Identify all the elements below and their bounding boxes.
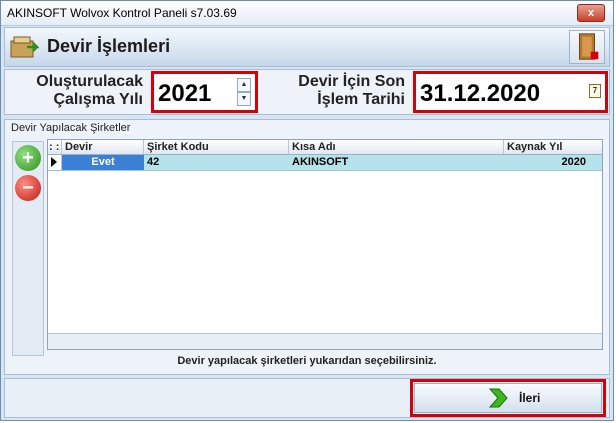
companies-group: Devir Yapılacak Şirketler + − : : Devir …	[4, 119, 610, 375]
page-title: Devir İşlemleri	[47, 36, 171, 56]
date-label: Devir İçin Son İşlem Tarihi	[255, 73, 405, 109]
date-label-line1: Devir İçin Son	[298, 73, 405, 90]
exit-button[interactable]	[569, 30, 605, 64]
add-row-button[interactable]: +	[15, 145, 41, 171]
row-indicator-icon	[48, 155, 62, 170]
column-header-devir[interactable]: Devir	[62, 140, 144, 154]
date-label-line2: İşlem Tarihi	[317, 91, 405, 108]
window-title: AKINSOFT Wolvox Kontrol Paneli s7.03.69	[7, 6, 237, 20]
cell-sirket-kodu[interactable]: 42	[144, 155, 289, 170]
group-title: Devir Yapılacak Şirketler	[11, 122, 131, 134]
bottom-bar: İleri	[4, 378, 610, 418]
cell-devir[interactable]: Evet	[62, 155, 144, 170]
devir-window: AKINSOFT Wolvox Kontrol Paneli s7.03.69 …	[0, 0, 614, 421]
grid-footer	[48, 333, 602, 349]
exit-door-icon	[579, 33, 599, 60]
next-button[interactable]: İleri	[414, 383, 602, 413]
column-header-sirket-kodu[interactable]: Şirket Kodu	[144, 140, 289, 154]
next-button-wrapper: İleri	[410, 379, 606, 417]
row-action-bar: + −	[12, 141, 44, 356]
date-highlight	[413, 71, 608, 113]
transfer-icon	[10, 36, 39, 58]
year-label-line2: Çalışma Yılı	[53, 91, 143, 108]
arrow-right-icon	[488, 388, 508, 408]
parameter-row: Oluşturulacak Çalışma Yılı 2021 ▲ ▼ Devi…	[4, 69, 610, 115]
column-header-kaynak-yil[interactable]: Kaynak Yıl	[504, 140, 602, 154]
grid-header: : : Devir Şirket Kodu Kısa Adı Kaynak Yı…	[48, 140, 602, 155]
hint-text: Devir yapılacak şirketleri yukarıdan seç…	[177, 355, 437, 367]
close-button[interactable]: x	[577, 4, 605, 22]
cell-kaynak-yil[interactable]: 2020	[504, 155, 602, 170]
table-row[interactable]: Evet 42 AKINSOFT 2020	[48, 155, 602, 171]
title-bar: AKINSOFT Wolvox Kontrol Paneli s7.03.69 …	[1, 1, 613, 26]
delete-row-button[interactable]: −	[15, 175, 41, 201]
year-label: Oluşturulacak Çalışma Yılı	[13, 73, 143, 109]
year-highlight	[151, 71, 258, 113]
year-label-line1: Oluşturulacak	[36, 73, 143, 90]
column-header-selector[interactable]: : :	[48, 140, 62, 154]
cell-kisa-adi[interactable]: AKINSOFT	[289, 155, 504, 170]
next-label: İleri	[519, 391, 541, 405]
page-header: Devir İşlemleri	[4, 27, 610, 67]
column-header-kisa-adi[interactable]: Kısa Adı	[289, 140, 504, 154]
companies-grid: : : Devir Şirket Kodu Kısa Adı Kaynak Yı…	[47, 139, 603, 350]
